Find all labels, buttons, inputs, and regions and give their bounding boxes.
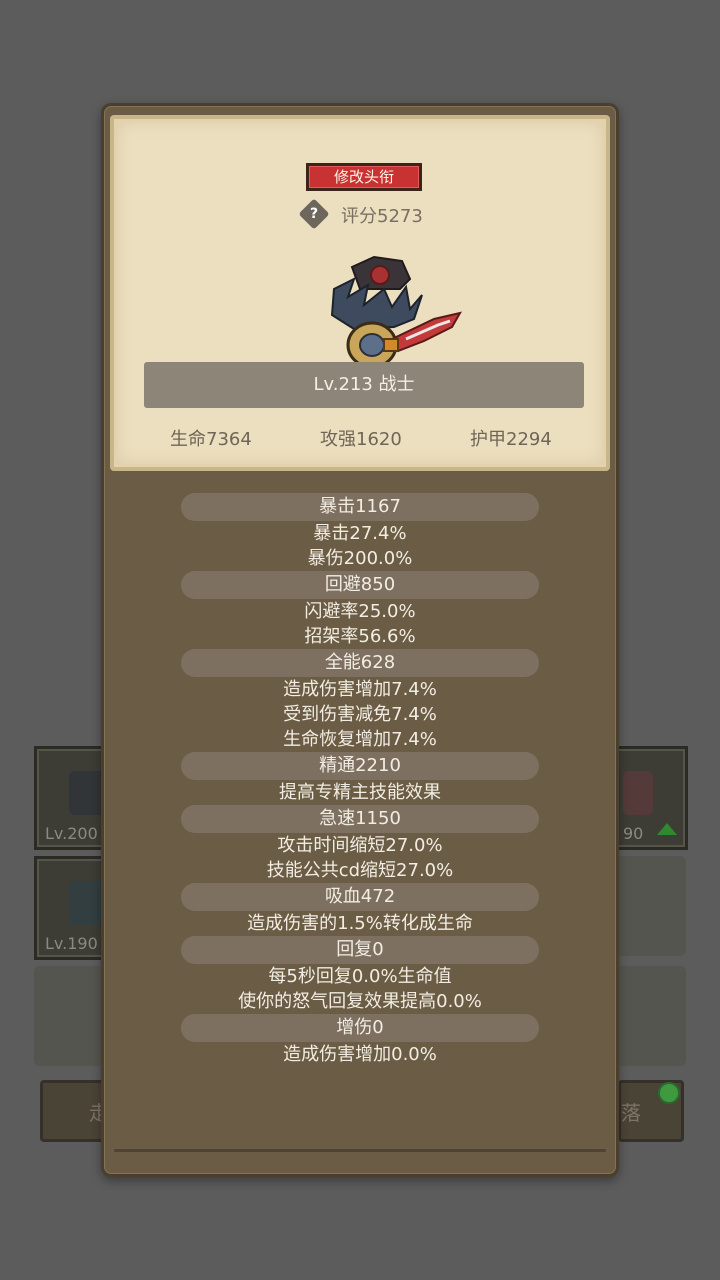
slot-level: 90 [623, 824, 644, 843]
stat-detail: 生命恢复增加7.4% [283, 729, 437, 750]
character-stats-modal: 修改头衔 ? 评分5273 Lv.213 战士 生命7364 攻强1620 护甲… [101, 103, 619, 1177]
stat-detail: 暴击27.4% [313, 523, 407, 544]
slot-level: Lv.200 [45, 824, 98, 843]
change-title-button[interactable]: 修改头衔 [306, 163, 422, 191]
warrior-avatar [330, 255, 463, 369]
stat-detail: 造成伤害增加7.4% [283, 679, 437, 700]
armor-stat: 护甲2294 [470, 429, 552, 450]
notification-dot-icon [658, 1082, 680, 1104]
stat-header: 增伤0 [181, 1014, 539, 1042]
attack-stat: 攻强1620 [320, 429, 402, 450]
stat-header: 急速1150 [181, 805, 539, 833]
stat-header: 吸血472 [181, 883, 539, 911]
stat-group: 回避850 闪避率25.0% 招架率56.6% [104, 571, 616, 649]
stat-detail: 造成伤害的1.5%转化成生命 [247, 913, 473, 934]
armor-item-icon [69, 881, 105, 925]
equip-slot-1[interactable]: Lv.200 [34, 746, 110, 850]
stat-detail: 技能公共cd缩短27.0% [266, 860, 454, 881]
level-class-bar: Lv.213 战士 [144, 362, 584, 408]
stat-group: 回复0 每5秒回复0.0%生命值使你的怒气回复效果提高0.0% [104, 936, 616, 1014]
stat-detail: 招架率56.6% [304, 626, 416, 647]
equip-slot-3[interactable]: 90 [614, 746, 688, 850]
empty-panel-left [34, 966, 104, 1066]
stat-group: 吸血472 造成伤害的1.5%转化成生命 [104, 883, 616, 936]
stat-header: 精通2210 [181, 752, 539, 780]
empty-slot [614, 856, 686, 956]
stat-detail: 攻击时间缩短27.0% [277, 835, 443, 856]
hp-stat: 生命7364 [170, 429, 252, 450]
equip-slot-2[interactable]: Lv.190 [34, 856, 110, 960]
stat-group: 急速1150 攻击时间缩短27.0% 技能公共cd缩短27.0% [104, 805, 616, 883]
armor-item-icon [69, 771, 105, 815]
stat-detail: 受到伤害减免7.4% [283, 704, 437, 725]
score-text: 评分5273 [341, 206, 423, 227]
bg-button-right-label: 落 [621, 1101, 641, 1125]
stat-detail: 提高专精主技能效果 [279, 782, 441, 803]
stat-detail: 使你的怒气回复效果提高0.0% [238, 991, 482, 1012]
weapon-item-icon [623, 771, 653, 815]
empty-panel-right [614, 966, 686, 1066]
stat-group: 全能628 造成伤害增加7.4% 受到伤害减免7.4% 生命恢复增加7.4% [104, 649, 616, 752]
bg-button-left[interactable]: 走 [40, 1080, 109, 1142]
stat-detail: 闪避率25.0% [304, 601, 416, 622]
upgrade-arrow-icon [657, 823, 677, 835]
profile-card: 修改头衔 ? 评分5273 Lv.213 战士 生命7364 攻强1620 护甲… [110, 115, 610, 471]
help-icon[interactable]: ? [298, 198, 330, 230]
stats-list: 暴击1167 暴击27.4% 暴伤200.0% 回避850 闪避率25.0% 招架率56.… [104, 493, 616, 1067]
stat-header: 回避850 [181, 571, 539, 599]
stat-detail: 暴伤200.0% [307, 548, 413, 569]
slot-level: Lv.190 [45, 934, 98, 953]
stat-header: 全能628 [181, 649, 539, 677]
stat-group: 暴击1167 暴击27.4% 暴伤200.0% [104, 493, 616, 571]
stat-detail: 每5秒回复0.0%生命值 [268, 966, 452, 987]
stat-detail: 造成伤害增加0.0% [283, 1044, 437, 1065]
stat-header: 暴击1167 [181, 493, 539, 521]
stat-header: 回复0 [181, 936, 539, 964]
stat-group: 精通2210 提高专精主技能效果 [104, 752, 616, 805]
stat-group: 增伤0 造成伤害增加0.0% [104, 1014, 616, 1067]
